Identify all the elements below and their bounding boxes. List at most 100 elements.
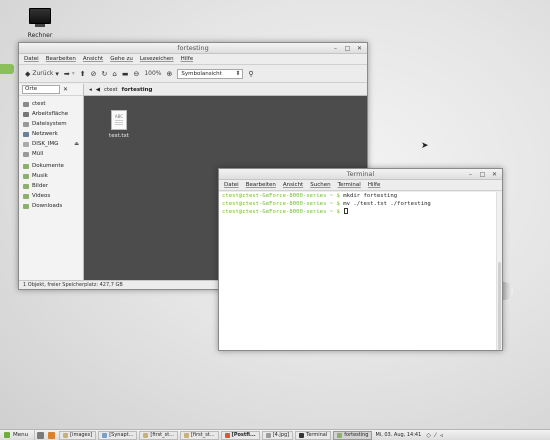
sidebar-item-music[interactable]: Musik <box>19 171 83 181</box>
sidebar-item-documents[interactable]: Dokumente <box>19 161 83 171</box>
sidebar-item-filesystem[interactable]: Dateisystem <box>19 119 83 129</box>
mint-logo-icon <box>4 432 10 438</box>
zoom-out-button[interactable]: ⊖ <box>133 70 139 78</box>
folder-icon <box>23 193 29 199</box>
close-button[interactable]: ✕ <box>356 45 363 52</box>
terminal-output[interactable]: ctest@ctest-GeForce-8000-series ~ $ mkdi… <box>219 192 502 350</box>
zoom-in-button[interactable]: ⊕ <box>167 70 173 78</box>
minimize-button[interactable]: – <box>332 45 339 52</box>
scrollbar-thumb[interactable] <box>498 262 501 350</box>
menu-bearbeiten[interactable]: Bearbeiten <box>46 56 76 62</box>
sidebar-item-network[interactable]: Netzwerk <box>19 129 83 139</box>
package-icon <box>102 432 108 438</box>
sidebar-item-desktop[interactable]: Arbeitsfläche <box>19 109 83 119</box>
image-icon <box>265 432 271 438</box>
folder-icon <box>23 163 29 169</box>
file-manager-titlebar[interactable]: fortesting – □ ✕ <box>19 43 367 54</box>
terminal-window: Terminal – □ ✕ Datei Bearbeiten Ansicht … <box>218 168 503 351</box>
task-synaptic[interactable]: [Synapt... <box>98 430 138 440</box>
folder-icon <box>337 432 343 438</box>
search-button[interactable]: ⚲ <box>248 70 253 78</box>
menu-gehe-zu[interactable]: Gehe zu <box>110 56 133 62</box>
sidebar-item-trash[interactable]: Müll <box>19 149 83 159</box>
view-mode-select[interactable]: Symbolansicht <box>177 68 244 79</box>
start-menu-button[interactable]: Menu <box>0 430 36 440</box>
shield-icon[interactable]: ◇ <box>426 432 431 439</box>
task-postfach[interactable]: [Postfi... <box>220 430 260 440</box>
path-crumb-home[interactable]: ctest <box>104 87 118 93</box>
show-desktop-icon[interactable] <box>37 431 45 439</box>
task-terminal[interactable]: Terminal <box>295 430 332 440</box>
folder-icon <box>143 432 149 438</box>
home-button[interactable]: ⌂ <box>112 70 116 78</box>
path-bar: ◂ ◀ ctest fortesting <box>84 84 367 96</box>
forward-button[interactable]: ➡ ▾ <box>64 70 75 78</box>
file-item[interactable]: ABC test.txt <box>106 110 132 139</box>
computer-icon-label: Rechner <box>27 32 53 39</box>
network-icon <box>23 131 29 137</box>
sidebar-item-pictures[interactable]: Bilder <box>19 181 83 191</box>
terminal-line: ctest@ctest-GeForce-8000-series ~ $ mv .… <box>222 201 431 207</box>
computer-icon: ▬ <box>121 69 129 78</box>
task-fortesting[interactable]: fortesting <box>333 430 373 440</box>
back-button[interactable]: ◆ Zurück ▾ <box>25 70 59 78</box>
close-sidebar-icon[interactable]: ✕ <box>63 86 68 93</box>
up-button[interactable]: ⬆ <box>80 70 86 78</box>
task-images[interactable]: [images] <box>59 430 97 440</box>
terminal-icon <box>299 432 305 438</box>
computer-button[interactable]: ▬ <box>122 70 129 78</box>
back-arrow-icon: ◆ <box>25 69 31 78</box>
maximize-button[interactable]: □ <box>479 171 486 178</box>
menu-datei[interactable]: Datei <box>24 56 39 62</box>
sidebar-item-disk-img[interactable]: DISK_IMG ⏏ <box>19 139 83 149</box>
trash-icon <box>23 151 29 157</box>
zoom-in-icon: ⊕ <box>166 69 173 78</box>
mail-icon <box>224 432 230 438</box>
menu-ansicht[interactable]: Ansicht <box>283 182 303 188</box>
computer-desktop-icon[interactable]: Rechner <box>24 8 56 39</box>
menu-hilfe[interactable]: Hilfe <box>181 56 194 62</box>
stop-button[interactable]: ⊘ <box>91 70 97 78</box>
menu-terminal[interactable]: Terminal <box>338 182 361 188</box>
browser-launcher-icon[interactable] <box>48 431 56 439</box>
monitor-stand <box>35 24 45 27</box>
menu-bearbeiten[interactable]: Bearbeiten <box>246 182 276 188</box>
network-icon[interactable]: ⁄ <box>435 432 436 439</box>
path-prev-icon[interactable]: ◂ <box>89 87 92 93</box>
places-sidebar: Orte ✕ ctest Arbeitsfläche Dateisystem N… <box>19 84 84 280</box>
folder-icon <box>63 432 69 438</box>
menu-hilfe[interactable]: Hilfe <box>368 182 381 188</box>
minimize-button[interactable]: – <box>467 171 474 178</box>
sidebar-item-videos[interactable]: Videos <box>19 191 83 201</box>
system-tray: ◇ ⁄ ◃ <box>426 432 443 439</box>
zoom-level: 100% <box>144 70 162 77</box>
task-first-st-1[interactable]: [first_st... <box>139 430 178 440</box>
close-button[interactable]: ✕ <box>491 171 498 178</box>
menu-datei[interactable]: Datei <box>224 182 239 188</box>
menu-ansicht[interactable]: Ansicht <box>83 56 103 62</box>
desktop-edge-widget <box>0 64 14 74</box>
sidebar-mode-select[interactable]: Orte <box>22 85 60 94</box>
terminal-titlebar[interactable]: Terminal – □ ✕ <box>219 169 502 180</box>
search-icon: ⚲ <box>248 69 254 78</box>
reload-button[interactable]: ↻ <box>102 70 108 78</box>
menu-lesezeichen[interactable]: Lesezeichen <box>140 56 174 62</box>
sidebar-item-home[interactable]: ctest <box>19 99 83 109</box>
volume-icon[interactable]: ◃ <box>440 432 443 439</box>
path-crumb-current[interactable]: fortesting <box>122 87 153 93</box>
folder-icon <box>23 203 29 209</box>
maximize-button[interactable]: □ <box>344 45 351 52</box>
clock[interactable]: Mi, 03. Aug, 14:41 <box>375 432 421 438</box>
terminal-scrollbar[interactable] <box>496 192 502 350</box>
eject-icon[interactable]: ⏏ <box>74 141 79 147</box>
sidebar-item-downloads[interactable]: Downloads <box>19 201 83 211</box>
task-image-viewer[interactable]: [4.jpg] <box>261 430 294 440</box>
file-name: test.txt <box>109 133 129 139</box>
disk-icon <box>23 141 29 147</box>
up-arrow-icon: ⬆ <box>79 69 86 78</box>
task-first-st-2[interactable]: [first_st... <box>179 430 219 440</box>
file-manager-menubar: Datei Bearbeiten Ansicht Gehe zu Lesezei… <box>19 54 367 65</box>
menu-suchen[interactable]: Suchen <box>310 182 330 188</box>
path-prev-arrow-icon: ◀ <box>95 86 100 93</box>
folder-icon <box>183 432 189 438</box>
